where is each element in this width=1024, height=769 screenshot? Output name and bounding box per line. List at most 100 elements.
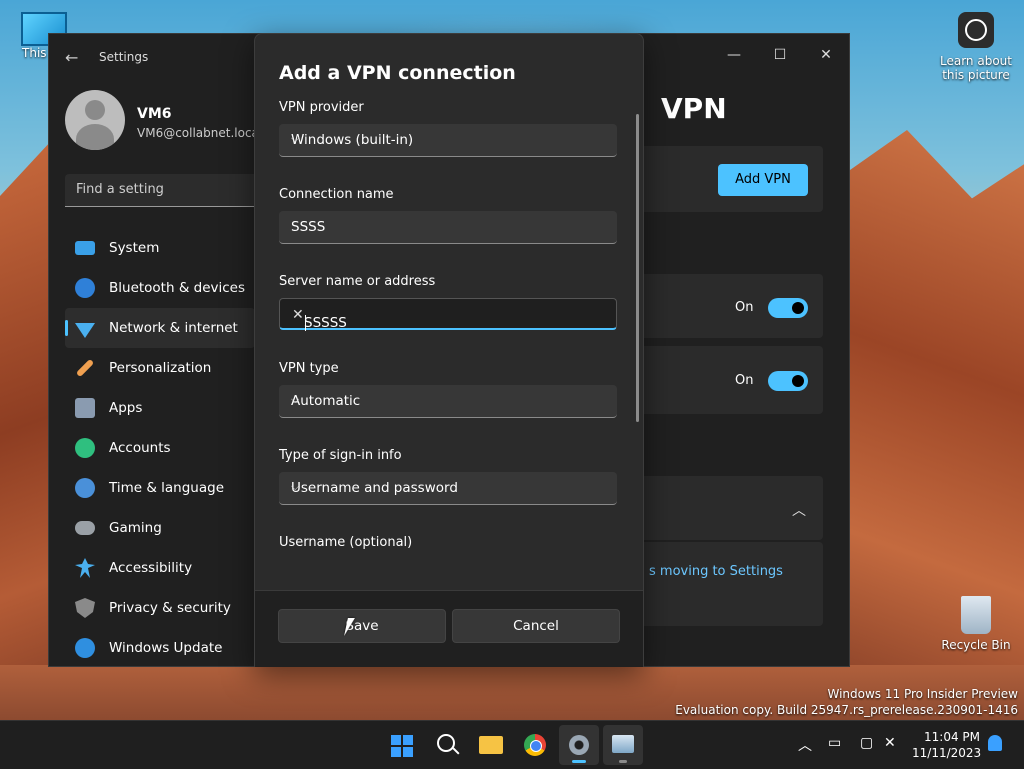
recycle-bin-icon [961,596,991,634]
sidebar-item-bluetooth[interactable]: Bluetooth & devices [65,268,255,308]
save-button[interactable]: Save [278,609,446,643]
vpn-provider-label: VPN provider [279,100,364,115]
active-indicator [572,760,586,763]
sidebar-item-privacy[interactable]: Privacy & security [65,588,255,628]
volume-muted-icon[interactable]: ✕ [884,735,896,751]
controller-icon [75,521,95,535]
recycle-bin-desktop-icon[interactable]: Recycle Bin [940,596,1012,652]
update-icon [75,638,95,658]
sidebar-item-personalization[interactable]: Personalization [65,348,255,388]
camera-info-icon [958,12,994,48]
app-title: Settings [99,50,149,64]
toggle-1-switch[interactable] [768,298,808,318]
add-vpn-dialog: Add a VPN connection VPN provider Window… [254,33,644,667]
dialog-scrollbar[interactable] [636,114,639,422]
signin-type-label: Type of sign-in info [279,448,402,463]
back-arrow-icon[interactable]: ← [65,48,85,68]
connection-name-input[interactable]: SSSS [279,211,617,244]
watermark-line-2: Evaluation copy. Build 25947.rs_prerelea… [675,703,1018,717]
cancel-button[interactable]: Cancel [452,609,620,643]
system-clock[interactable]: 11:04 PM 11/11/2023 [912,729,982,761]
sidebar-item-time-language[interactable]: Time & language [65,468,255,508]
sidebar-item-label: Privacy & security [109,600,231,616]
user-name: VM6 [137,106,172,122]
dialog-footer: Save Cancel [255,590,643,667]
sidebar-item-system[interactable]: System [65,228,255,268]
sidebar-item-label: Accounts [109,440,171,456]
user-email: VM6@collabnet.local [137,126,263,140]
sidebar-item-label: Accessibility [109,560,193,576]
clear-icon[interactable]: ✕ [292,307,606,323]
display-icon[interactable]: ▢ [860,735,873,751]
maximize-button[interactable]: ☐ [757,40,803,70]
username-label: Username (optional) [279,535,413,550]
learn-about-picture-desktop-icon[interactable]: Learn about this picture [936,12,1016,82]
watermark-line-1: Windows 11 Pro Insider Preview [827,687,1018,701]
search-input[interactable]: Find a setting [65,174,265,207]
vpn-provider-select[interactable]: Windows (built-in) ⌵ [279,124,617,157]
taskbar-file-explorer[interactable] [471,725,511,765]
taskbar: ︿ ▭ ▢ ✕ 11:04 PM 11/11/2023 [0,720,1024,769]
sidebar-item-accessibility[interactable]: Accessibility [65,548,255,588]
sidebar-item-label: Network & internet [109,320,238,336]
shield-icon [75,598,95,618]
notification-bell-icon[interactable] [988,735,1002,751]
dialog-title: Add a VPN connection [279,62,516,84]
chevron-down-icon: ⌵ [291,480,300,493]
clock-date: 11/11/2023 [912,746,982,760]
minimize-button[interactable]: — [711,40,757,70]
sidebar-item-label: System [109,240,160,256]
vpn-type-select[interactable]: Automatic ⌵ [279,385,617,418]
page-title: VPN [661,92,727,125]
vpn-type-label: VPN type [279,361,339,376]
related-link[interactable]: s moving to Settings [649,564,783,579]
taskbar-search-button[interactable] [427,725,467,765]
recycle-bin-label: Recycle Bin [941,638,1011,652]
taskbar-remote-desktop[interactable] [603,725,643,765]
chevron-down-icon: ⌵ [291,393,300,406]
remote-desktop-icon [612,735,634,753]
server-label: Server name or address [279,274,436,289]
search-icon [437,734,455,752]
sidebar-item-accounts[interactable]: Accounts [65,428,255,468]
chevron-down-icon: ⌵ [291,132,300,145]
close-button[interactable]: ✕ [803,40,849,70]
taskbar-chrome[interactable] [515,725,555,765]
taskbar-settings[interactable] [559,725,599,765]
sidebar-item-label: Apps [109,400,143,416]
chevron-up-tray-icon[interactable]: ︿ [798,735,812,755]
add-vpn-button[interactable]: Add VPN [718,164,808,196]
chevron-up-icon[interactable]: ︿ [792,500,806,520]
learn-about-picture-label: Learn about this picture [940,54,1012,82]
sidebar-item-label: Time & language [109,480,225,496]
toggle-2-switch[interactable] [768,371,808,391]
sidebar-item-label: Bluetooth & devices [109,280,246,296]
sidebar-nav: System Bluetooth & devices Network & int… [65,228,255,668]
bluetooth-icon [75,278,95,298]
running-indicator [619,760,627,763]
sidebar-item-gaming[interactable]: Gaming [65,508,255,548]
folder-icon [479,736,503,754]
network-disconnected-icon[interactable]: ▭ [828,735,841,751]
windows-logo-icon [391,735,413,757]
person-icon [75,438,95,458]
sidebar-item-windows-update[interactable]: Windows Update [65,628,255,668]
search-placeholder: Find a setting [76,182,164,197]
toggle-2-label: On [735,373,754,388]
sidebar-item-apps[interactable]: Apps [65,388,255,428]
clock-time: 11:04 PM [924,730,980,744]
start-button[interactable] [382,725,422,765]
globe-clock-icon [75,478,95,498]
brush-icon [75,358,95,378]
chrome-icon [524,734,546,756]
connection-name-value: SSSS [291,219,326,235]
system-icon [75,241,95,255]
evaluation-watermark: Windows 11 Pro Insider Preview Evaluatio… [675,686,1018,718]
signin-type-select[interactable]: Username and password ⌵ [279,472,617,505]
server-input[interactable]: SSSSS ✕ [279,298,617,331]
sidebar-item-label: Personalization [109,360,212,376]
sidebar-item-label: Gaming [109,520,162,536]
sidebar-item-network[interactable]: Network & internet [65,308,255,348]
accessibility-icon [75,558,95,578]
gear-icon [569,735,589,755]
